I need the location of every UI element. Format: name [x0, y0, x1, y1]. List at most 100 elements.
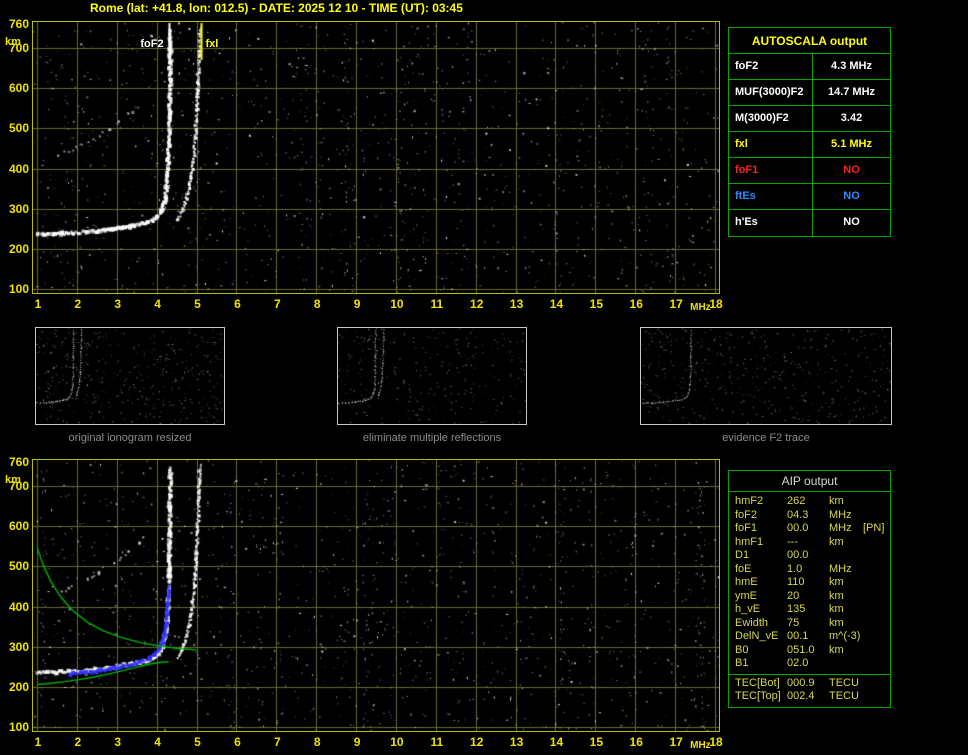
aip-row: B1 02.0	[729, 657, 890, 671]
y-tick-label: 760	[8, 17, 29, 32]
aip-param-extra	[861, 677, 890, 691]
x-tick-label: 3	[114, 735, 122, 749]
aip-row: D1 00.0	[729, 549, 890, 563]
aip-output-table: AIP output hmF2 262 km foF2 04.3 MHz foF1 00.0 M…	[728, 470, 891, 708]
autoscala-row: fxl 5.1 MHz	[729, 132, 890, 158]
ionogram-aip-plot: 1 2 3 4 5 6 7 8 9 10 11 12 13 14 15 16 17 18 760 700 600 500 4…	[5, 456, 723, 751]
autoscala-param-label: MUF(3000)F2	[729, 80, 813, 105]
aip-param-extra	[861, 630, 890, 644]
autoscala-param-value: 4.3 MHz	[831, 60, 872, 72]
x-tick-label: 16	[629, 735, 643, 749]
aip-param-unit: km	[829, 495, 844, 507]
aip-param-label: B1	[735, 657, 749, 669]
aip-row: hmF2 262 km	[729, 495, 890, 509]
aip-row: Ewidth 75 km	[729, 617, 890, 631]
x-tick-label: 10	[390, 297, 404, 311]
autoscala-row: foF2 4.3 MHz	[729, 54, 890, 80]
autoscala-output-table: AUTOSCALA output foF2 4.3 MHz MUF(3000)F2 1…	[728, 27, 891, 237]
autoscala-ionogram-screen: Rome (lat: +41.8, lon: 012.5) - DATE: 20…	[0, 0, 968, 755]
aip-param-label: hmE	[735, 576, 758, 588]
ionogram-main-canvas	[32, 21, 720, 294]
aip-param-value: 00.0	[787, 522, 809, 534]
x-tick-label: 14	[549, 297, 564, 311]
aip-row: foF1 00.0 MHz [PN]	[729, 522, 890, 536]
aip-param-label: TEC[Bot]	[735, 676, 780, 689]
autoscala-param-label: h'Es	[729, 210, 813, 236]
aip-param-extra	[861, 536, 890, 550]
aip-row: foE 1.0 MHz	[729, 563, 890, 577]
autoscala-table-title: AUTOSCALA output	[729, 28, 890, 54]
aip-param-extra: [PN]	[863, 522, 885, 534]
aip-param-label: hmF1	[735, 535, 764, 548]
y-tick-label: 500	[8, 559, 29, 574]
x-tick-label: 8	[313, 297, 321, 311]
y-tick-label: 400	[8, 161, 29, 176]
station-date-title: Rome (lat: +41.8, lon: 012.5) - DATE: 20…	[90, 1, 463, 15]
aip-param-extra	[861, 563, 890, 577]
thumb-original-ionogram	[35, 327, 225, 425]
x-tick-label: 13	[509, 735, 524, 749]
x-tick-label: 3	[114, 297, 122, 311]
aip-param-label: foF1	[735, 522, 758, 534]
aip-param-extra	[861, 644, 890, 658]
x-tick-label: 7	[273, 297, 281, 311]
y-axis-unit-label: km	[5, 474, 21, 486]
y-tick-label: 500	[8, 121, 29, 136]
autoscala-param-label: foF2	[729, 54, 813, 79]
aip-row: DelN_vE 00.1 m^(-3)	[729, 630, 890, 644]
y-tick-label: 300	[8, 639, 29, 654]
x-tick-label: 6	[234, 735, 241, 749]
aip-param-value: 135	[787, 603, 806, 615]
aip-param-label: TEC[Top]	[735, 690, 781, 702]
aip-param-unit: km	[829, 643, 844, 656]
x-tick-label: 4	[154, 735, 161, 749]
aip-param-value: 00.1	[787, 630, 809, 642]
aip-param-extra	[861, 576, 890, 590]
x-tick-label: 5	[194, 297, 201, 311]
aip-param-label: foE	[735, 562, 752, 575]
aip-param-value: 002.4	[787, 690, 815, 702]
x-tick-label: 9	[353, 735, 361, 749]
aip-param-unit: km	[829, 616, 844, 629]
autoscala-param-value: NO	[843, 164, 860, 176]
x-tick-label: 12	[470, 735, 484, 749]
thumb-f2-evidence-canvas	[640, 327, 892, 425]
aip-param-extra	[861, 495, 890, 509]
x-tick-label: 13	[509, 297, 524, 311]
y-tick-label: 600	[8, 519, 29, 534]
aip-param-unit: TECU	[829, 690, 859, 702]
x-tick-label: 1	[34, 297, 42, 311]
x-tick-label: 17	[669, 297, 683, 311]
y-tick-label: 400	[8, 599, 29, 614]
thumb-original-caption: original ionogram resized	[68, 432, 192, 444]
aip-param-value: 20	[787, 589, 800, 602]
aip-param-extra	[861, 549, 890, 563]
aip-table-rows: hmF2 262 km foF2 04.3 MHz foF1 00.0 MHz [PN] hmF1 -…	[729, 495, 890, 704]
x-tick-label: 1	[34, 735, 42, 749]
aip-param-label: DelN_vE	[735, 630, 779, 642]
x-tick-label: 5	[194, 735, 201, 749]
aip-param-unit: km	[829, 589, 844, 602]
aip-param-value: 75	[787, 616, 800, 629]
x-axis-unit-label: MHz	[690, 740, 711, 751]
aip-param-value: 051.0	[787, 643, 815, 656]
x-tick-label: 10	[390, 735, 404, 749]
autoscala-param-label: M(3000)F2	[729, 106, 813, 131]
autoscala-row: M(3000)F2 3.42	[729, 106, 890, 132]
autoscala-param-value: 3.42	[840, 112, 863, 124]
marker-label-fxl: fxl	[205, 38, 219, 50]
aip-param-extra	[861, 690, 890, 704]
x-tick-label: 15	[589, 297, 604, 311]
aip-param-unit: TECU	[829, 676, 859, 689]
thumb-no-multiples-canvas	[337, 327, 527, 425]
aip-row: hmE 110 km	[729, 576, 890, 590]
y-tick-label: 100	[8, 281, 29, 296]
autoscala-param-label: ftEs	[729, 184, 813, 209]
ionogram-aip-canvas	[32, 459, 720, 732]
aip-param-label: foF2	[735, 508, 758, 521]
aip-param-unit: km	[829, 603, 844, 615]
aip-param-extra	[861, 617, 890, 631]
aip-row: B0 051.0 km	[729, 644, 890, 658]
autoscala-param-value: 14.7 MHz	[827, 86, 876, 98]
x-tick-label: 14	[549, 735, 564, 749]
